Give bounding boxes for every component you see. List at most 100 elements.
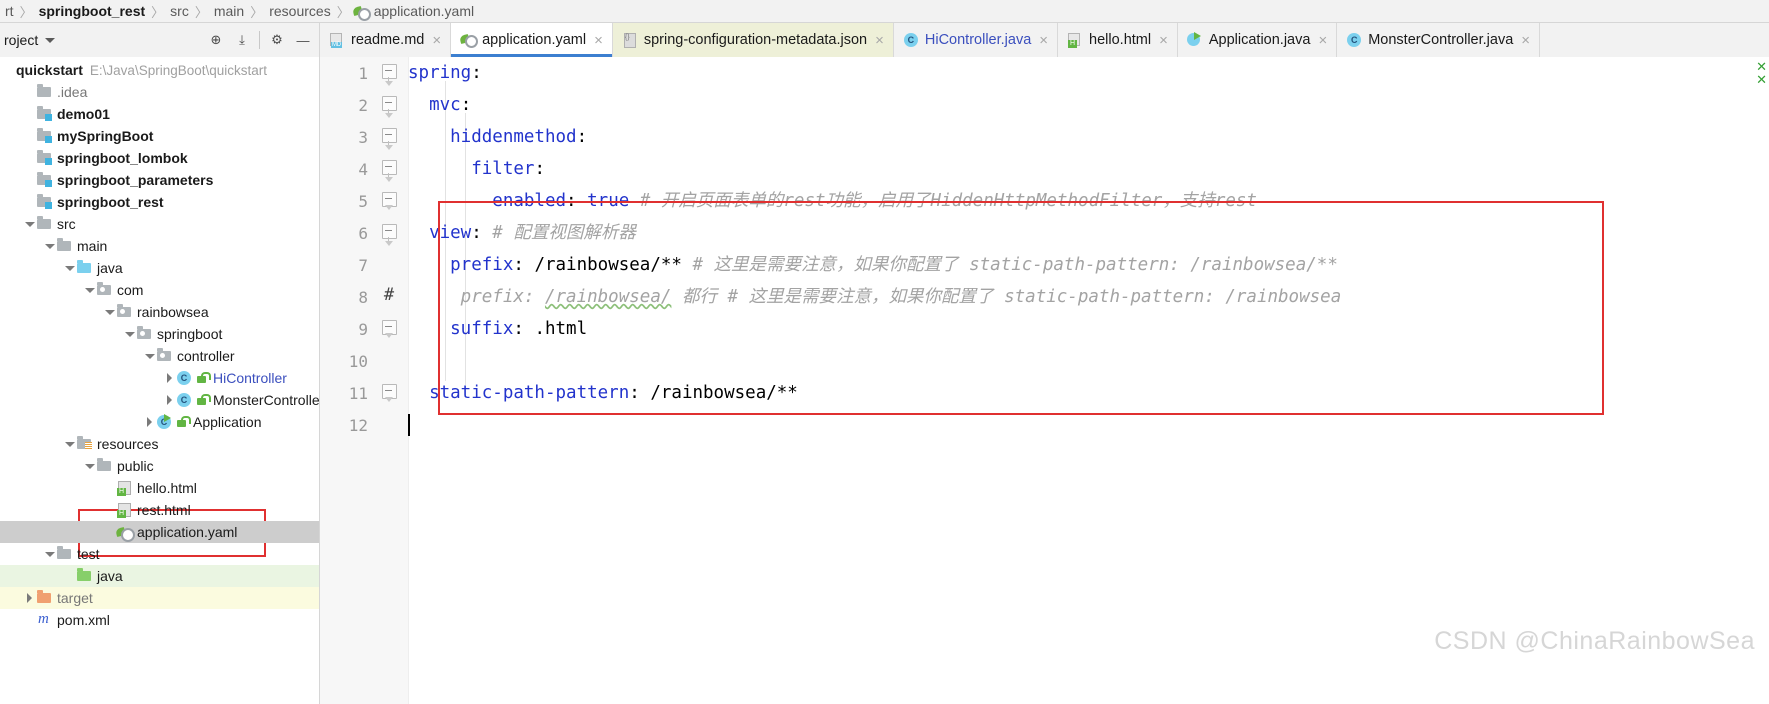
code-line[interactable]: 1spring: <box>320 57 1769 89</box>
tree-item-pom-xml[interactable]: pom.xml <box>0 609 319 631</box>
tab-application-yaml[interactable]: application.yaml× <box>451 23 613 57</box>
tab-close-icon[interactable]: × <box>594 33 603 48</box>
tree-item-main[interactable]: main <box>0 235 319 257</box>
tree-item-src[interactable]: src <box>0 213 319 235</box>
tree-item-quickstart[interactable]: quickstartE:\Java\SpringBoot\quickstart <box>0 59 319 81</box>
tab-close-icon[interactable]: × <box>1521 33 1530 48</box>
code-text[interactable]: spring: <box>408 57 1769 89</box>
tree-item-hicontroller[interactable]: CHiController <box>0 367 319 389</box>
collapse-all-icon[interactable]: ⤓ <box>230 28 254 52</box>
tree-item-monstercontroller[interactable]: CMonsterController <box>0 389 319 411</box>
code-fold-icon[interactable] <box>374 185 408 217</box>
chevron-down-icon[interactable] <box>104 306 116 318</box>
code-fold-icon[interactable] <box>374 57 408 89</box>
tab-spring-configuration-metadata-json[interactable]: spring-configuration-metadata.json× <box>613 23 894 57</box>
code-fold-icon[interactable] <box>374 153 408 185</box>
editor-marker-bar[interactable]: ✕ ✕ <box>1755 57 1769 704</box>
inspection-ok-icon-secondary[interactable]: ✕ <box>1756 73 1767 86</box>
chevron-right-icon[interactable] <box>24 592 36 604</box>
code-fold-icon[interactable] <box>374 377 408 409</box>
tree-item--idea[interactable]: .idea <box>0 81 319 103</box>
project-panel-header[interactable]: roject ⊕⤓⚙— <box>0 23 320 57</box>
chevron-down-icon[interactable] <box>64 438 76 450</box>
breadcrumb-item-resources[interactable]: resources <box>266 3 333 19</box>
code-fold-icon[interactable] <box>374 121 408 153</box>
tree-item-rainbowsea[interactable]: rainbowsea <box>0 301 319 323</box>
code-line[interactable]: 2 mvc: <box>320 89 1769 121</box>
chevron-down-icon[interactable] <box>144 350 156 362</box>
hide-panel-icon[interactable]: — <box>291 28 315 52</box>
breadcrumb-item-springboot-rest[interactable]: springboot_rest <box>36 3 149 19</box>
code-line[interactable]: 6 view: # 配置视图解析器 <box>320 217 1769 249</box>
code-fold-icon[interactable] <box>374 313 408 345</box>
tab-close-icon[interactable]: × <box>1318 33 1327 48</box>
code-line[interactable]: 4 filter: <box>320 153 1769 185</box>
tree-item-rest-html[interactable]: Hrest.html <box>0 499 319 521</box>
code-line[interactable]: 3 hiddenmethod: <box>320 121 1769 153</box>
code-text[interactable] <box>408 409 1769 441</box>
code-line[interactable]: 7 prefix: /rainbowsea/** # 这里是需要注意，如果你配置… <box>320 249 1769 281</box>
breadcrumb-item-rt[interactable]: rt <box>2 3 17 19</box>
settings-gear-icon[interactable]: ⚙ <box>265 28 289 52</box>
chevron-down-icon[interactable] <box>84 460 96 472</box>
code-text[interactable]: hiddenmethod: <box>408 121 1769 153</box>
code-text[interactable]: static-path-pattern: /rainbowsea/** <box>408 377 1769 409</box>
code-text[interactable]: mvc: <box>408 89 1769 121</box>
code-text[interactable]: prefix: /rainbowsea/ 都行 # 这里是需要注意，如果你配置了… <box>408 281 1769 313</box>
code-text[interactable]: enabled: true # 开启页面表单的rest功能，启用了HiddenH… <box>408 185 1769 217</box>
chevron-down-icon[interactable] <box>24 218 36 230</box>
project-tree[interactable]: quickstartE:\Java\SpringBoot\quickstart.… <box>0 57 320 704</box>
code-fold-icon[interactable] <box>374 89 408 121</box>
tab-application-java[interactable]: Application.java× <box>1178 23 1337 57</box>
code-text[interactable]: suffix: .html <box>408 313 1769 345</box>
tree-item-controller[interactable]: controller <box>0 345 319 367</box>
tree-item-springboot[interactable]: springboot <box>0 323 319 345</box>
chevron-right-icon[interactable] <box>144 416 156 428</box>
chevron-down-icon[interactable] <box>124 328 136 340</box>
tab-monstercontroller-java[interactable]: MonsterController.java× <box>1337 23 1540 57</box>
tree-item-test[interactable]: test <box>0 543 319 565</box>
tree-item-java[interactable]: java <box>0 565 319 587</box>
tree-item-java[interactable]: java <box>0 257 319 279</box>
code-line[interactable]: 12 <box>320 409 1769 441</box>
tab-hicontroller-java[interactable]: HiController.java× <box>894 23 1058 57</box>
chevron-down-icon[interactable] <box>44 240 56 252</box>
tree-item-myspringboot[interactable]: mySpringBoot <box>0 125 319 147</box>
chevron-right-icon[interactable] <box>164 372 176 384</box>
code-line[interactable]: 11 static-path-pattern: /rainbowsea/** <box>320 377 1769 409</box>
code-text[interactable]: view: # 配置视图解析器 <box>408 217 1769 249</box>
tab-close-icon[interactable]: × <box>432 33 441 48</box>
chevron-right-icon[interactable] <box>164 394 176 406</box>
tree-item-hello-html[interactable]: Hhello.html <box>0 477 319 499</box>
code-line[interactable]: 5 enabled: true # 开启页面表单的rest功能，启用了Hidde… <box>320 185 1769 217</box>
tab-close-icon[interactable]: × <box>1039 33 1048 48</box>
tree-item-target[interactable]: target <box>0 587 319 609</box>
tree-item-com[interactable]: com <box>0 279 319 301</box>
tab-close-icon[interactable]: × <box>875 33 884 48</box>
code-fold-icon[interactable] <box>374 217 408 249</box>
tree-item-application-yaml[interactable]: application.yaml <box>0 521 319 543</box>
code-line[interactable]: 10 <box>320 345 1769 377</box>
code-text[interactable]: prefix: /rainbowsea/** # 这里是需要注意，如果你配置了 … <box>408 249 1769 281</box>
code-line[interactable]: 8 prefix: /rainbowsea/ 都行 # 这里是需要注意，如果你配… <box>320 281 1769 313</box>
tree-item-springboot-parameters[interactable]: springboot_parameters <box>0 169 319 191</box>
tree-item-resources[interactable]: resources <box>0 433 319 455</box>
tree-item-public[interactable]: public <box>0 455 319 477</box>
tree-item-demo01[interactable]: demo01 <box>0 103 319 125</box>
code-editor[interactable]: 1spring:2 mvc:3 hiddenmethod:4 filter:5 … <box>320 57 1769 704</box>
code-lines[interactable]: 1spring:2 mvc:3 hiddenmethod:4 filter:5 … <box>320 57 1769 704</box>
tab-readme-md[interactable]: readme.md× <box>320 23 451 57</box>
code-text[interactable]: filter: <box>408 153 1769 185</box>
tab-close-icon[interactable]: × <box>1159 33 1168 48</box>
chevron-down-icon[interactable] <box>84 284 96 296</box>
tree-item-springboot-rest[interactable]: springboot_rest <box>0 191 319 213</box>
chevron-down-icon[interactable] <box>45 38 55 43</box>
chevron-down-icon[interactable] <box>64 262 76 274</box>
code-line[interactable]: 9 suffix: .html <box>320 313 1769 345</box>
locate-icon[interactable]: ⊕ <box>204 28 228 52</box>
chevron-down-icon[interactable] <box>44 548 56 560</box>
tab-hello-html[interactable]: hello.html× <box>1058 23 1178 57</box>
tree-item-springboot-lombok[interactable]: springboot_lombok <box>0 147 319 169</box>
breadcrumb-item-src[interactable]: src <box>167 3 192 19</box>
breadcrumb-item-main[interactable]: main <box>211 3 247 19</box>
